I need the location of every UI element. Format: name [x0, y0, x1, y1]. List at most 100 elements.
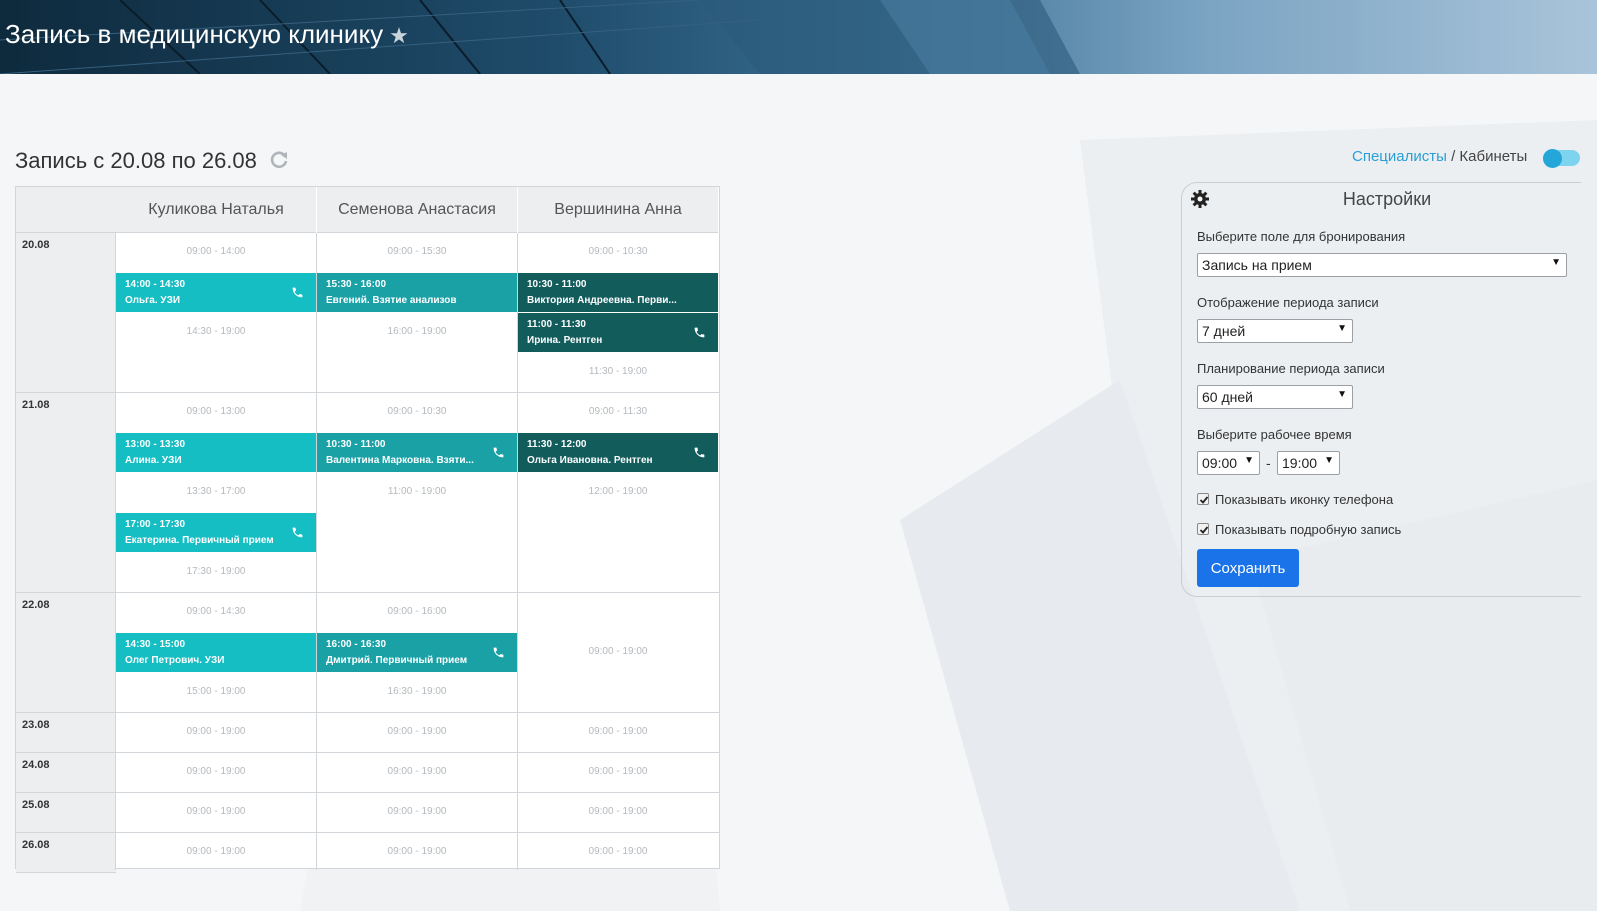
free-slot[interactable]: 11:00 - 19:00 — [317, 486, 517, 497]
free-slot[interactable]: 09:00 - 19:00 — [116, 846, 316, 857]
phone-icon[interactable] — [492, 646, 505, 659]
free-slot[interactable]: 09:00 - 10:30 — [317, 406, 517, 417]
free-slot[interactable]: 09:00 - 16:00 — [317, 606, 517, 617]
chevron-down-icon: ▼ — [1324, 455, 1334, 466]
appointment-time: 14:00 - 14:30 — [125, 279, 186, 290]
page-title-text: Запись в медицинскую клинику — [5, 19, 384, 49]
phone-icon[interactable] — [492, 446, 505, 459]
appointment-card[interactable]: 10:30 - 11:00 Виктория Андреевна. Перви..… — [518, 273, 718, 312]
free-slot[interactable]: 13:30 - 17:00 — [116, 486, 316, 497]
free-slot[interactable]: 16:00 - 19:00 — [317, 326, 517, 337]
show-phone-icon-checkbox[interactable] — [1197, 493, 1209, 505]
display-period-select[interactable]: 7 дней ▼ — [1197, 319, 1353, 343]
save-button[interactable]: Сохранить — [1197, 549, 1299, 587]
free-slot[interactable]: 11:30 - 19:00 — [518, 366, 718, 377]
planning-period-select[interactable]: 60 дней ▼ — [1197, 385, 1353, 409]
appointment-card[interactable]: 15:30 - 16:00 Евгений. Взятие анализов — [317, 273, 517, 312]
appointment-card[interactable]: 11:30 - 12:00 Ольга Ивановна. Рентген — [518, 433, 718, 472]
appointment-client: Евгений. Взятие анализов — [326, 295, 457, 306]
phone-icon[interactable] — [291, 286, 304, 299]
date-cell: 24.08 — [16, 753, 116, 793]
show-detailed-checkbox[interactable] — [1197, 523, 1209, 535]
free-slot[interactable]: 09:00 - 19:00 — [518, 846, 718, 857]
show-detailed-text: Показывать подробную запись — [1215, 522, 1402, 537]
free-slot[interactable]: 09:00 - 15:30 — [317, 246, 517, 257]
work-time-to-select[interactable]: 19:00 ▼ — [1277, 451, 1340, 475]
free-slot[interactable]: 09:00 - 19:00 — [116, 766, 316, 777]
row-divider — [116, 752, 719, 753]
work-time-label: Выберите рабочее время — [1197, 427, 1352, 442]
free-slot[interactable]: 09:00 - 11:30 — [518, 406, 718, 417]
specialist-name: Вершинина Анна — [554, 201, 682, 218]
free-slot[interactable]: 12:00 - 19:00 — [518, 486, 718, 497]
header-banner: Запись в медицинскую клинику ★ — [0, 0, 1597, 74]
work-time-separator: - — [1266, 455, 1271, 471]
date-cell: 21.08 — [16, 393, 116, 593]
column-divider — [517, 233, 518, 870]
free-slot[interactable]: 09:00 - 14:30 — [116, 606, 316, 617]
free-slot[interactable]: 09:00 - 19:00 — [317, 806, 517, 817]
checkmark-icon — [1199, 526, 1209, 534]
free-slot[interactable]: 09:00 - 19:00 — [116, 806, 316, 817]
appointment-card[interactable]: 13:00 - 13:30 Алина. УЗИ — [116, 433, 316, 472]
free-slot[interactable]: 09:00 - 14:00 — [116, 246, 316, 257]
row-divider — [116, 792, 719, 793]
free-slot[interactable]: 17:30 - 19:00 — [116, 566, 316, 577]
free-slot[interactable]: 15:00 - 19:00 — [116, 686, 316, 697]
free-slot[interactable]: 09:00 - 19:00 — [317, 766, 517, 777]
planning-period-value: 60 дней — [1202, 389, 1253, 405]
free-slot[interactable]: 09:00 - 19:00 — [518, 766, 718, 777]
booking-field-select[interactable]: Запись на прием ▼ — [1197, 253, 1567, 277]
appointment-card[interactable]: 14:30 - 15:00 Олег Петрович. УЗИ — [116, 633, 316, 672]
row-divider — [116, 392, 719, 393]
cabinets-link[interactable]: Кабинеты — [1459, 148, 1527, 165]
view-toggle: Специалисты / Кабинеты — [1352, 148, 1527, 165]
appointment-card[interactable]: 14:00 - 14:30 Ольга. УЗИ — [116, 273, 316, 312]
row-divider — [116, 712, 719, 713]
date-label: 26.08 — [22, 839, 50, 851]
free-slot[interactable]: 09:00 - 19:00 — [518, 806, 718, 817]
view-mode-switch[interactable] — [1543, 149, 1580, 168]
row-divider — [116, 592, 719, 593]
appointment-client: Дмитрий. Первичный прием — [326, 655, 468, 666]
phone-icon[interactable] — [693, 446, 706, 459]
appointment-card[interactable]: 10:30 - 11:00 Валентина Марковна. Взяти..… — [317, 433, 517, 472]
free-slot[interactable]: 09:00 - 19:00 — [116, 726, 316, 737]
free-slot[interactable]: 09:00 - 19:00 — [518, 726, 718, 737]
appointment-card[interactable]: 17:00 - 17:30 Екатерина. Первичный прием — [116, 513, 316, 552]
free-slot[interactable]: 09:00 - 19:00 — [518, 646, 718, 657]
work-time-from-select[interactable]: 09:00 ▼ — [1197, 451, 1260, 475]
appointment-client: Ирина. Рентген — [527, 335, 603, 346]
phone-icon[interactable] — [693, 326, 706, 339]
appointment-client: Валентина Марковна. Взяти... — [326, 455, 474, 466]
appointment-card[interactable]: 11:00 - 11:30 Ирина. Рентген — [518, 313, 718, 352]
free-slot[interactable]: 09:00 - 19:00 — [317, 726, 517, 737]
free-slot[interactable]: 09:00 - 10:30 — [518, 246, 718, 257]
chevron-down-icon: ▼ — [1337, 323, 1347, 334]
appointment-time: 16:00 - 16:30 — [326, 639, 387, 650]
date-cell: 23.08 — [16, 713, 116, 753]
chevron-down-icon: ▼ — [1244, 455, 1254, 466]
appointment-client: Олег Петрович. УЗИ — [125, 655, 225, 666]
appointment-time: 17:00 - 17:30 — [125, 519, 186, 530]
appointment-client: Виктория Андреевна. Перви... — [527, 295, 677, 306]
refresh-icon[interactable] — [269, 150, 289, 170]
chevron-down-icon: ▼ — [1337, 389, 1347, 400]
free-slot[interactable]: 14:30 - 19:00 — [116, 326, 316, 337]
free-slot[interactable]: 09:00 - 13:00 — [116, 406, 316, 417]
specialists-link[interactable]: Специалисты — [1352, 148, 1447, 165]
switch-knob — [1543, 149, 1562, 168]
booking-field-label: Выберите поле для бронирования — [1197, 229, 1406, 244]
show-detailed-option: Показывать подробную запись — [1197, 522, 1401, 537]
appointment-card[interactable]: 16:00 - 16:30 Дмитрий. Первичный прием — [317, 633, 517, 672]
free-slot[interactable]: 09:00 - 19:00 — [317, 846, 517, 857]
date-label: 21.08 — [22, 399, 50, 411]
column-divider — [316, 233, 317, 870]
favorite-star-icon[interactable]: ★ — [389, 23, 409, 48]
specialist-name: Семенова Анастасия — [338, 201, 496, 218]
phone-icon[interactable] — [291, 526, 304, 539]
free-slot[interactable]: 16:30 - 19:00 — [317, 686, 517, 697]
work-time-to-value: 19:00 — [1282, 455, 1318, 471]
appointment-client: Екатерина. Первичный прием — [125, 535, 274, 546]
appointment-time: 13:00 - 13:30 — [125, 439, 186, 450]
